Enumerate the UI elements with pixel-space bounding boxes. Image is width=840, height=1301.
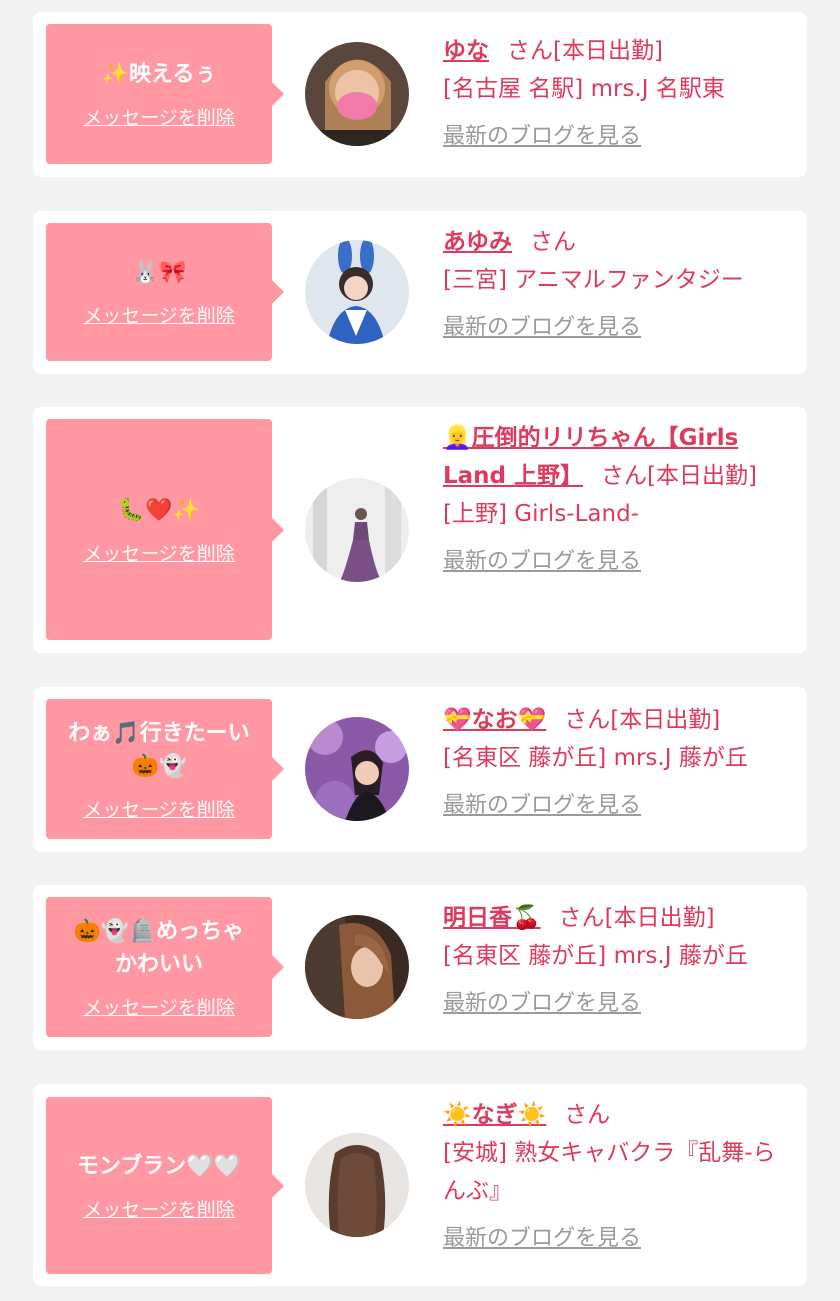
cast-name-link[interactable]: ☀️なぎ☀️ [443,1102,546,1128]
latest-blog-link[interactable]: 最新のブログを見る [443,1220,641,1258]
message-bubble: モンブラン🤍🤍 メッセージを削除 [46,1097,284,1274]
delete-message-link[interactable]: メッセージを削除 [83,993,235,1020]
status-text: [本日出勤] [604,905,715,931]
delete-message-link[interactable]: メッセージを削除 [83,539,235,566]
avatar[interactable] [305,717,409,821]
shop-text: [名東区 藤が丘] mrs.J 藤が丘 [443,943,748,969]
san-suffix: さん [601,463,648,489]
message-card: 🐰🎀 メッセージを削除 あゆみ さん [三宮] アニマルファンタジー 最新のブログ… [33,211,807,374]
message-card: 🐛❤️✨ メッセージを削除 👱‍♀️圧倒的リリちゃん【Girls Land 上野… [33,407,807,653]
shop-text: [名古屋 名駅] mrs.J 名駅東 [443,76,725,102]
message-bubble: ✨映えるぅ メッセージを削除 [46,24,284,164]
san-suffix: さん [507,38,553,64]
message-text: 🐰🎀 [131,260,187,285]
message-text: ✨映えるぅ [101,62,217,87]
message-bubble: 🐛❤️✨ メッセージを削除 [46,419,284,640]
san-suffix: さん [558,905,605,931]
cast-info: ☀️なぎ☀️ さん [安城] 熟女キャバクラ『乱舞-らんぶ』 最新のブログを見る [443,1096,793,1258]
cast-info: ゆな さん[本日出勤] [名古屋 名駅] mrs.J 名駅東 最新のブログを見る [443,32,793,156]
latest-blog-link[interactable]: 最新のブログを見る [443,309,641,347]
san-suffix: さん [530,229,576,255]
shop-text: [三宮] アニマルファンタジー [443,267,744,293]
avatar[interactable] [305,478,409,582]
cast-info: 明日香🍒 さん[本日出勤] [名東区 藤が丘] mrs.J 藤が丘 最新のブログを… [443,899,793,1023]
shop-text: [名東区 藤が丘] mrs.J 藤が丘 [443,745,748,771]
cast-name-link[interactable]: 明日香🍒 [443,905,541,931]
latest-blog-link[interactable]: 最新のブログを見る [443,543,641,581]
latest-blog-link[interactable]: 最新のブログを見る [443,787,641,825]
status-text: [本日出勤] [647,463,757,489]
message-text: わぁ🎵行きたーい 🎃👻 [68,720,250,779]
message-bubble: わぁ🎵行きたーい 🎃👻 メッセージを削除 [46,699,284,839]
message-card: ✨映えるぅ メッセージを削除 ゆな さん[本日出勤] [名古屋 名駅] mrs.J… [33,12,807,177]
message-card-list: ✨映えるぅ メッセージを削除 ゆな さん[本日出勤] [名古屋 名駅] mrs.J… [0,0,840,1301]
message-bubble: 🎃👻🪦めっちゃ かわいい メッセージを削除 [46,897,284,1037]
shop-text: [上野] Girls-Land- [443,501,639,527]
avatar[interactable] [305,1133,409,1237]
message-bubble: 🐰🎀 メッセージを削除 [46,223,284,361]
delete-message-link[interactable]: メッセージを削除 [83,103,235,130]
cast-name-link[interactable]: あゆみ [443,229,512,255]
cast-name-link[interactable]: ゆな [443,38,489,64]
latest-blog-link[interactable]: 最新のブログを見る [443,118,641,156]
delete-message-link[interactable]: メッセージを削除 [83,795,235,822]
cast-info: 👱‍♀️圧倒的リリちゃん【Girls Land 上野】 さん[本日出勤] [上野]… [443,419,793,581]
message-card: 🎃👻🪦めっちゃ かわいい メッセージを削除 明日香🍒 さん[本日出勤] [名東区 … [33,885,807,1050]
avatar[interactable] [305,42,409,146]
san-suffix: さん [564,707,611,733]
message-text: 🐛❤️✨ [117,497,201,523]
latest-blog-link[interactable]: 最新のブログを見る [443,985,641,1023]
shop-text: [安城] 熟女キャバクラ『乱舞-らんぶ』 [443,1140,776,1204]
message-text: 🎃👻🪦めっちゃ かわいい [73,918,245,977]
message-text: モンブラン🤍🤍 [76,1153,242,1179]
status-text: [本日出勤] [610,707,721,733]
cast-info: 💝なお💝 さん[本日出勤] [名東区 藤が丘] mrs.J 藤が丘 最新のブログを… [443,701,793,825]
san-suffix: さん [564,1102,611,1128]
avatar[interactable] [305,915,409,1019]
cast-name-link[interactable]: 💝なお💝 [443,707,546,733]
status-text: [本日出勤] [553,38,663,64]
delete-message-link[interactable]: メッセージを削除 [83,1195,235,1222]
cast-info: あゆみ さん [三宮] アニマルファンタジー 最新のブログを見る [443,223,793,347]
message-card: わぁ🎵行きたーい 🎃👻 メッセージを削除 💝なお💝 さん[本日出勤] [名東区 藤… [33,687,807,852]
avatar[interactable] [305,240,409,344]
message-card: モンブラン🤍🤍 メッセージを削除 ☀️なぎ☀️ さん [安城] 熟女キャバクラ『乱… [33,1084,807,1286]
delete-message-link[interactable]: メッセージを削除 [83,301,235,328]
